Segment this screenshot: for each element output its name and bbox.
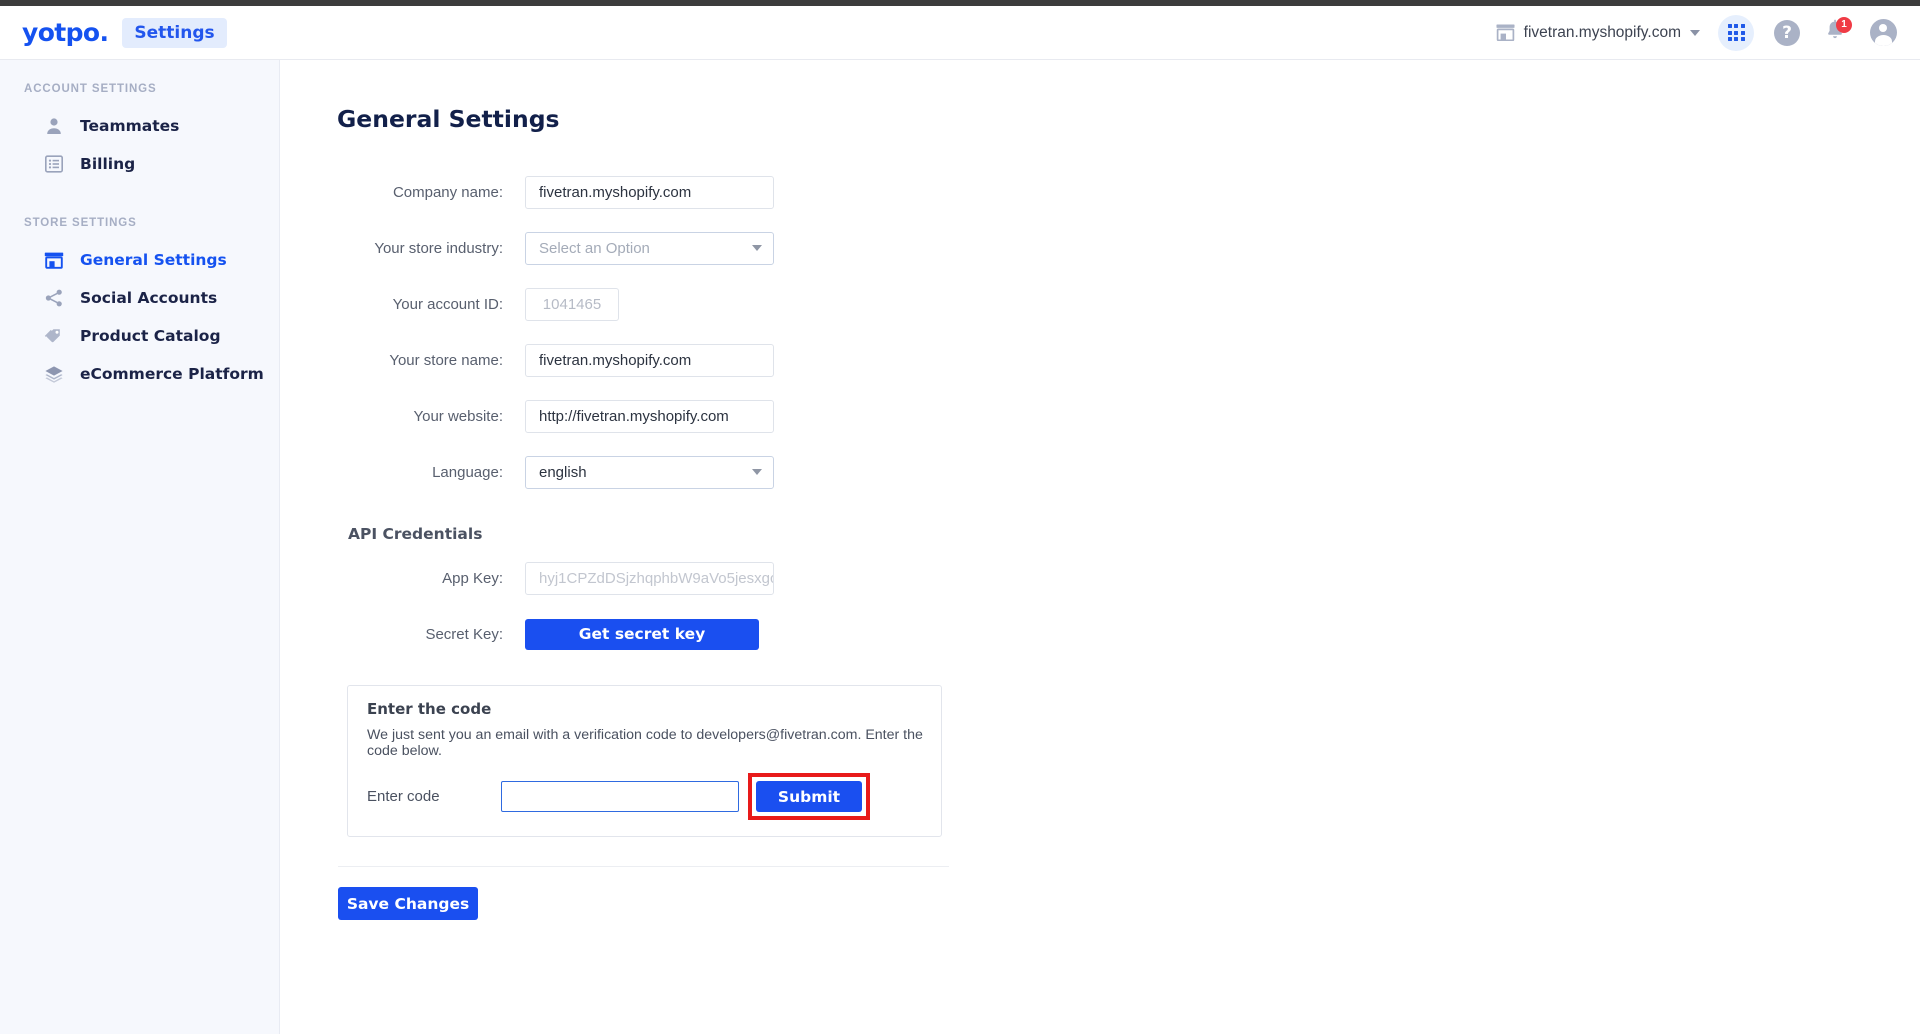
form-row-app-key: App Key: hyj1CPZdDSjzhqphbW9aVo5jesxgcFt… — [337, 555, 1920, 601]
apps-grid-button[interactable] — [1718, 14, 1754, 51]
sidebar-item-label: General Settings — [80, 251, 227, 269]
share-icon — [44, 288, 64, 308]
language-select[interactable]: english — [525, 455, 774, 489]
header-right-controls: fivetran.myshopify.com ? 1 — [1496, 14, 1920, 51]
submit-button[interactable]: Submit — [756, 781, 862, 812]
form-row-company-name: Company name: fivetran.myshopify.com — [337, 169, 1920, 215]
store-icon — [1496, 24, 1515, 42]
store-name-label: Your store name: — [389, 351, 503, 369]
settings-badge[interactable]: Settings — [122, 17, 227, 48]
sidebar-group-title-account: ACCOUNT SETTINGS — [24, 83, 157, 95]
account-id-value: 1041465 — [525, 287, 619, 321]
store-name-label: fivetran.myshopify.com — [1523, 23, 1681, 41]
sidebar-item-product-catalog[interactable]: Product Catalog — [0, 317, 279, 355]
form-row-secret-key: Secret Key: Get secret key — [337, 611, 1920, 657]
brand-zone: yotpo. Settings — [0, 17, 227, 48]
app-key-value: hyj1CPZdDSjzhqphbW9aVo5jesxgcFtt — [525, 561, 774, 595]
form-row-store-name: Your store name: fivetran.myshopify.com — [337, 337, 1920, 383]
app-key-label: App Key: — [442, 569, 503, 587]
notification-count-badge: 1 — [1836, 16, 1852, 33]
form-row-language: Language: english — [337, 449, 1920, 495]
section-divider — [338, 866, 949, 867]
save-changes-button[interactable]: Save Changes — [338, 887, 478, 920]
form-row-account-id: Your account ID: 1041465 — [337, 281, 1920, 327]
language-label: Language: — [432, 463, 503, 481]
language-value: english — [539, 463, 587, 481]
company-name-input[interactable]: fivetran.myshopify.com — [525, 175, 774, 209]
sidebar-item-ecommerce-platform[interactable]: eCommerce Platform — [0, 355, 279, 393]
form-row-store-industry: Your store industry: Select an Option — [337, 225, 1920, 271]
notifications-button[interactable]: 1 — [1820, 16, 1852, 48]
website-label: Your website: — [413, 407, 503, 425]
app-header: yotpo. Settings fivetran.myshopify.com ?… — [0, 6, 1920, 60]
chevron-down-icon — [752, 469, 762, 475]
store-selector[interactable]: fivetran.myshopify.com — [1496, 24, 1700, 42]
person-icon — [44, 116, 64, 136]
get-secret-key-button[interactable]: Get secret key — [525, 618, 759, 650]
api-credentials-heading: API Credentials — [348, 525, 483, 543]
sidebar-item-label: Product Catalog — [80, 327, 221, 345]
sidebar-item-label: eCommerce Platform — [80, 365, 264, 383]
sidebar-item-social-accounts[interactable]: Social Accounts — [0, 279, 279, 317]
submit-highlight-box: Submit — [748, 773, 870, 820]
account-id-label: Your account ID: — [392, 295, 503, 313]
enter-code-label: Enter code — [367, 788, 440, 805]
help-button[interactable]: ? — [1772, 18, 1802, 48]
code-input[interactable] — [501, 781, 739, 812]
layers-icon — [44, 364, 64, 384]
verification-code-panel: Enter the code We just sent you an email… — [347, 685, 942, 837]
avatar-icon — [1869, 19, 1897, 46]
chevron-down-icon — [752, 245, 762, 251]
sidebar-item-billing[interactable]: Billing — [0, 145, 279, 183]
chevron-down-icon — [1690, 29, 1700, 36]
sidebar-group-title-store: STORE SETTINGS — [24, 217, 137, 229]
website-input[interactable]: http://fivetran.myshopify.com — [525, 399, 774, 433]
sidebar-item-label: Billing — [80, 155, 136, 173]
form-row-website: Your website: http://fivetran.myshopify.… — [337, 393, 1920, 439]
code-panel-description: We just sent you an email with a verific… — [367, 727, 923, 759]
sidebar-item-label: Social Accounts — [80, 289, 218, 307]
grid-icon — [1727, 24, 1745, 41]
company-name-label: Company name: — [392, 183, 503, 201]
store-industry-label: Your store industry: — [374, 239, 503, 257]
tag-icon — [44, 326, 64, 346]
sidebar-item-general-settings[interactable]: General Settings — [0, 241, 279, 279]
store-name-input[interactable]: fivetran.myshopify.com — [525, 343, 774, 377]
secret-key-label: Secret Key: — [425, 625, 503, 643]
billing-list-icon — [44, 154, 64, 174]
yotpo-logo[interactable]: yotpo. — [22, 18, 109, 47]
sidebar-item-label: Teammates — [80, 117, 180, 135]
store-industry-value: Select an Option — [539, 239, 650, 257]
account-button[interactable] — [1868, 18, 1898, 48]
sidebar-nav: ACCOUNT SETTINGS Teammates Billing STORE… — [0, 60, 280, 1034]
page-title: General Settings — [337, 105, 560, 133]
main-content: General Settings Company name: fivetran.… — [281, 60, 1920, 1034]
question-mark-icon: ? — [1774, 19, 1800, 46]
store-icon — [44, 250, 64, 270]
sidebar-item-teammates[interactable]: Teammates — [0, 107, 279, 145]
code-input-row: Enter code Submit — [359, 773, 925, 820]
code-panel-title: Enter the code — [367, 700, 492, 718]
store-industry-select[interactable]: Select an Option — [525, 231, 774, 265]
